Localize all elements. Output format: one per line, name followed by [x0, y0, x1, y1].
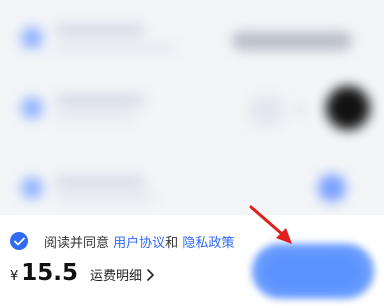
checkbox	[22, 178, 42, 198]
submit-button-core	[262, 252, 362, 292]
list-item	[0, 6, 384, 66]
background-list	[0, 0, 384, 215]
checkbox	[22, 28, 42, 48]
list-item	[0, 78, 384, 138]
total-price: 15.5	[21, 260, 79, 286]
checkbox	[22, 98, 42, 118]
checkmark-icon[interactable]	[10, 232, 28, 250]
annotation-arrow-icon	[249, 205, 292, 244]
agreement-and: 和	[165, 235, 179, 251]
chevron-right-icon	[147, 268, 154, 281]
shipping-detail-link[interactable]: 运费明细	[90, 265, 154, 284]
list-item	[0, 158, 384, 218]
agreement-row: 阅读并同意 用户协议和 隐私政策	[10, 231, 234, 251]
currency-symbol: ¥	[10, 269, 19, 284]
price-row: ¥ 15.5 运费明细	[10, 260, 154, 292]
shipping-detail-label: 运费明细	[90, 269, 143, 284]
toggle	[318, 174, 346, 202]
agreement-text: 阅读并同意 用户协议和 隐私政策	[44, 232, 234, 251]
agreement-prefix: 阅读并同意	[44, 235, 110, 251]
avatar	[326, 86, 370, 130]
privacy-policy-link[interactable]: 隐私政策	[182, 236, 234, 251]
user-agreement-link[interactable]: 用户协议	[113, 236, 165, 251]
